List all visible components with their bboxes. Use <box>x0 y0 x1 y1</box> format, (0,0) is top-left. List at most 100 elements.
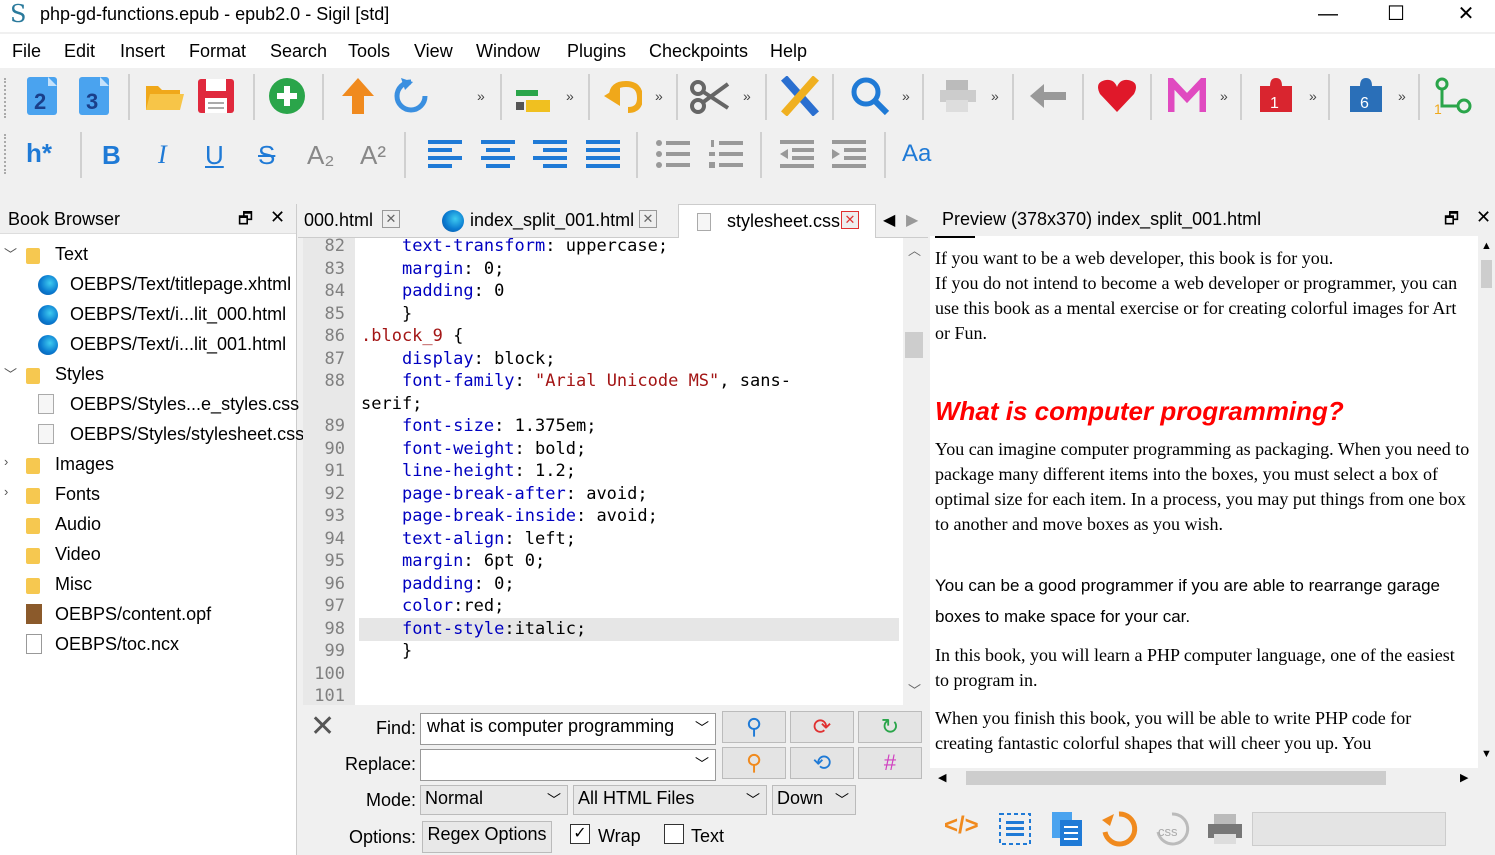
tree-folder-fonts[interactable]: › Fonts <box>0 480 297 510</box>
back-arrow-icon[interactable] <box>1028 82 1068 110</box>
find-button[interactable]: ⚲ <box>722 711 786 743</box>
preview-content[interactable]: If you want to be a web developer, this … <box>930 236 1478 768</box>
toolbar-overflow-icon[interactable]: » <box>1398 88 1406 104</box>
heading-dropdown-button[interactable]: h* <box>26 138 52 169</box>
menu-window[interactable]: Window <box>476 41 540 62</box>
save-icon[interactable] <box>197 78 235 114</box>
superscript-button[interactable]: A² <box>360 140 386 171</box>
scroll-thumb[interactable] <box>1481 260 1492 288</box>
direction-select[interactable]: Down ﹀ <box>772 785 856 815</box>
epub2-icon[interactable]: 2 <box>26 76 58 116</box>
toolbar-overflow-icon[interactable]: » <box>991 88 999 104</box>
tree-file-stylesheet[interactable]: OEBPS/Styles/stylesheet.css <box>0 420 304 450</box>
toolbar-overflow-icon[interactable]: » <box>743 88 751 104</box>
tree-folder-styles[interactable]: ﹀ Styles <box>0 360 297 390</box>
tab-close-icon[interactable]: ✕ <box>841 211 859 229</box>
close-button[interactable]: ✕ <box>1436 0 1495 30</box>
tab-index-split-001[interactable]: index_split_001.html ✕ <box>434 204 674 238</box>
text-checkbox[interactable] <box>664 824 684 844</box>
toolbar-overflow-icon[interactable]: » <box>477 88 485 104</box>
undo-icon[interactable] <box>602 78 642 114</box>
tree-file-css-1[interactable]: OEBPS/Styles...e_styles.css <box>0 390 299 420</box>
subscript-button[interactable]: A₂ <box>307 140 334 171</box>
code-editor[interactable]: 82 83 84 85 86 87 88 89 90 91 92 93 94 95 96 97 98 99 100 1… <box>303 238 923 705</box>
scroll-right-icon[interactable]: ▶ <box>1460 771 1468 784</box>
epub3-icon[interactable]: 3 <box>78 76 110 116</box>
menu-search[interactable]: Search <box>270 41 327 62</box>
tree-file-content-opf[interactable]: OEBPS/content.opf <box>0 600 297 630</box>
menu-view[interactable]: View <box>414 41 453 62</box>
collapse-arrow-icon[interactable]: › <box>4 484 8 499</box>
move-up-arrow-icon[interactable] <box>340 76 376 116</box>
bold-button[interactable]: B <box>102 140 121 171</box>
underline-button[interactable]: U <box>205 140 224 171</box>
print-icon[interactable] <box>1206 812 1244 846</box>
strikethrough-button[interactable]: S <box>258 140 275 171</box>
replace-button[interactable]: ⟳ <box>790 711 854 743</box>
reload-preview-icon[interactable] <box>1100 810 1138 848</box>
find-input[interactable]: what is computer programming ﹀ <box>420 713 716 745</box>
toolbar-overflow-icon[interactable]: » <box>1220 88 1228 104</box>
tab-scroll-right-icon[interactable]: ▶ <box>906 210 918 230</box>
change-case-button[interactable]: Aa <box>902 140 931 168</box>
increase-indent-icon[interactable] <box>832 140 866 170</box>
validate-tree-icon[interactable]: 1 <box>1434 76 1474 116</box>
preview-horizontal-scrollbar[interactable]: ◀ ▶ <box>930 768 1478 788</box>
close-panel-icon[interactable]: ✕ <box>1476 207 1491 228</box>
scroll-left-icon[interactable]: ◀ <box>938 771 946 784</box>
tree-folder-video[interactable]: Video <box>0 540 297 570</box>
numbered-list-icon[interactable] <box>709 140 743 170</box>
menu-insert[interactable]: Insert <box>120 41 165 62</box>
scroll-thumb[interactable] <box>905 332 923 358</box>
wrap-checkbox[interactable]: ✓ <box>570 824 590 844</box>
heart-icon[interactable] <box>1096 78 1138 114</box>
replace-input[interactable]: ﹀ <box>420 749 716 781</box>
menu-plugins[interactable]: Plugins <box>567 41 626 62</box>
toolbar-overflow-icon[interactable]: » <box>902 88 910 104</box>
toolbar-overflow-icon[interactable]: » <box>655 88 663 104</box>
tab-close-icon[interactable]: ✕ <box>639 210 657 228</box>
menu-checkpoints[interactable]: Checkpoints <box>649 41 748 62</box>
float-panel-icon[interactable]: 🗗 <box>1444 208 1459 235</box>
collapse-arrow-icon[interactable]: › <box>4 454 8 469</box>
expand-arrow-icon[interactable]: ﹀ <box>4 364 17 383</box>
toolbar-overflow-icon[interactable]: » <box>566 88 574 104</box>
align-justify-icon[interactable] <box>586 140 620 170</box>
editor-vertical-scrollbar[interactable]: ︿ ﹀ <box>903 238 925 705</box>
inspect-code-icon[interactable]: </> <box>944 812 979 840</box>
minimize-button[interactable]: — <box>1298 0 1358 30</box>
zoom-slider-area[interactable] <box>1252 812 1446 846</box>
close-panel-icon[interactable]: ✕ <box>270 207 285 228</box>
scroll-up-icon[interactable]: ︿ <box>908 240 921 259</box>
menu-tools[interactable]: Tools <box>348 41 390 62</box>
scope-select[interactable]: All HTML Files ﹀ <box>573 785 767 815</box>
tab-scroll-left-icon[interactable]: ◀ <box>883 210 895 230</box>
decrease-indent-icon[interactable] <box>780 140 814 170</box>
maximize-button[interactable]: ☐ <box>1366 0 1426 30</box>
tree-folder-misc[interactable]: Misc <box>0 570 297 600</box>
refresh-icon[interactable] <box>393 76 429 116</box>
tree-folder-text[interactable]: ﹀ Text <box>0 240 297 270</box>
expand-arrow-icon[interactable]: ﹀ <box>4 244 17 263</box>
mode-select[interactable]: Normal ﹀ <box>420 785 568 815</box>
regex-options-button[interactable]: Regex Options <box>422 821 552 853</box>
chevron-down-icon[interactable]: ﹀ <box>695 718 709 738</box>
count-button[interactable]: # <box>858 747 922 779</box>
cut-scissors-icon[interactable] <box>690 78 730 114</box>
close-find-icon[interactable]: ✕ <box>310 709 335 744</box>
scroll-down-icon[interactable]: ﹀ <box>908 680 921 699</box>
align-left-icon[interactable] <box>428 140 462 170</box>
count-all-button[interactable]: ⚲ <box>722 747 786 779</box>
align-right-icon[interactable] <box>533 140 567 170</box>
menu-format[interactable]: Format <box>189 41 246 62</box>
scroll-up-icon[interactable]: ▲ <box>1481 240 1492 252</box>
menu-help[interactable]: Help <box>770 41 807 62</box>
scroll-thumb[interactable] <box>966 771 1386 785</box>
add-file-icon[interactable] <box>268 77 306 115</box>
plugin-6-icon[interactable]: 6 <box>1346 76 1386 116</box>
scroll-down-icon[interactable]: ▼ <box>1481 748 1492 760</box>
tree-file-titlepage[interactable]: OEBPS/Text/titlepage.xhtml <box>0 270 297 300</box>
replace-all-button[interactable]: ⟲ <box>790 747 854 779</box>
toggle-css-icon[interactable]: css <box>1152 810 1192 848</box>
italic-button[interactable]: I <box>158 140 167 170</box>
